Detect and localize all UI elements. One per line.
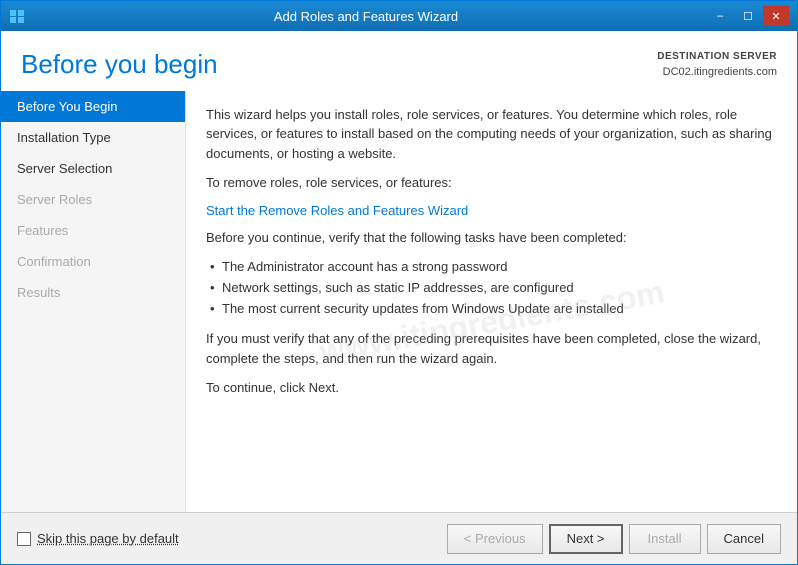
bullet-item-3: The most current security updates from W… (214, 299, 777, 320)
footer-buttons: < Previous Next > Install Cancel (447, 524, 781, 554)
intro-text: This wizard helps you install roles, rol… (206, 105, 777, 164)
content-panel: This wizard helps you install roles, rol… (186, 91, 797, 513)
main-body: Before You Begin Installation Type Serve… (1, 91, 797, 513)
continue-text: To continue, click Next. (206, 378, 777, 398)
skip-page-checkbox[interactable] (17, 532, 31, 546)
sidebar-item-results: Results (1, 277, 185, 308)
window-controls: – ☐ ✕ (707, 6, 789, 26)
bullet-item-2: Network settings, such as static IP addr… (214, 278, 777, 299)
titlebar: Add Roles and Features Wizard – ☐ ✕ (1, 1, 797, 31)
page-title: Before you begin (21, 49, 218, 80)
page-header: Before you begin DESTINATION SERVER DC02… (1, 31, 797, 91)
verify-text: Before you continue, verify that the fol… (206, 228, 777, 248)
sidebar-item-installation-type[interactable]: Installation Type (1, 122, 185, 153)
window-title: Add Roles and Features Wizard (25, 9, 707, 24)
skip-page-label: Skip this page by default (37, 531, 179, 546)
prerequisites-list: The Administrator account has a strong p… (214, 257, 777, 319)
sidebar-item-server-roles: Server Roles (1, 184, 185, 215)
app-icon (9, 8, 25, 24)
close-button[interactable]: ✕ (763, 6, 789, 26)
sidebar-item-server-selection[interactable]: Server Selection (1, 153, 185, 184)
destination-server-info: DESTINATION SERVER DC02.itingredients.co… (657, 49, 777, 81)
bullet-item-1: The Administrator account has a strong p… (214, 257, 777, 278)
cancel-button[interactable]: Cancel (707, 524, 781, 554)
destination-server-name: DC02.itingredients.com (657, 64, 777, 81)
minimize-button[interactable]: – (707, 6, 733, 26)
destination-label: DESTINATION SERVER (657, 49, 777, 64)
prereq-text: If you must verify that any of the prece… (206, 329, 777, 368)
main-window: Add Roles and Features Wizard – ☐ ✕ Befo… (0, 0, 798, 565)
sidebar: Before You Begin Installation Type Serve… (1, 91, 186, 513)
content-area: Before you begin DESTINATION SERVER DC02… (1, 31, 797, 564)
previous-button[interactable]: < Previous (447, 524, 543, 554)
sidebar-item-before-you-begin[interactable]: Before You Begin (1, 91, 185, 122)
remove-heading: To remove roles, role services, or featu… (206, 173, 777, 193)
install-button[interactable]: Install (629, 524, 701, 554)
remove-wizard-link[interactable]: Start the Remove Roles and Features Wiza… (206, 203, 468, 218)
restore-button[interactable]: ☐ (735, 6, 761, 26)
next-button[interactable]: Next > (549, 524, 623, 554)
footer: Skip this page by default < Previous Nex… (1, 512, 797, 564)
footer-left: Skip this page by default (17, 531, 179, 546)
sidebar-item-features: Features (1, 215, 185, 246)
sidebar-item-confirmation: Confirmation (1, 246, 185, 277)
skip-page-checkbox-wrapper[interactable]: Skip this page by default (17, 531, 179, 546)
